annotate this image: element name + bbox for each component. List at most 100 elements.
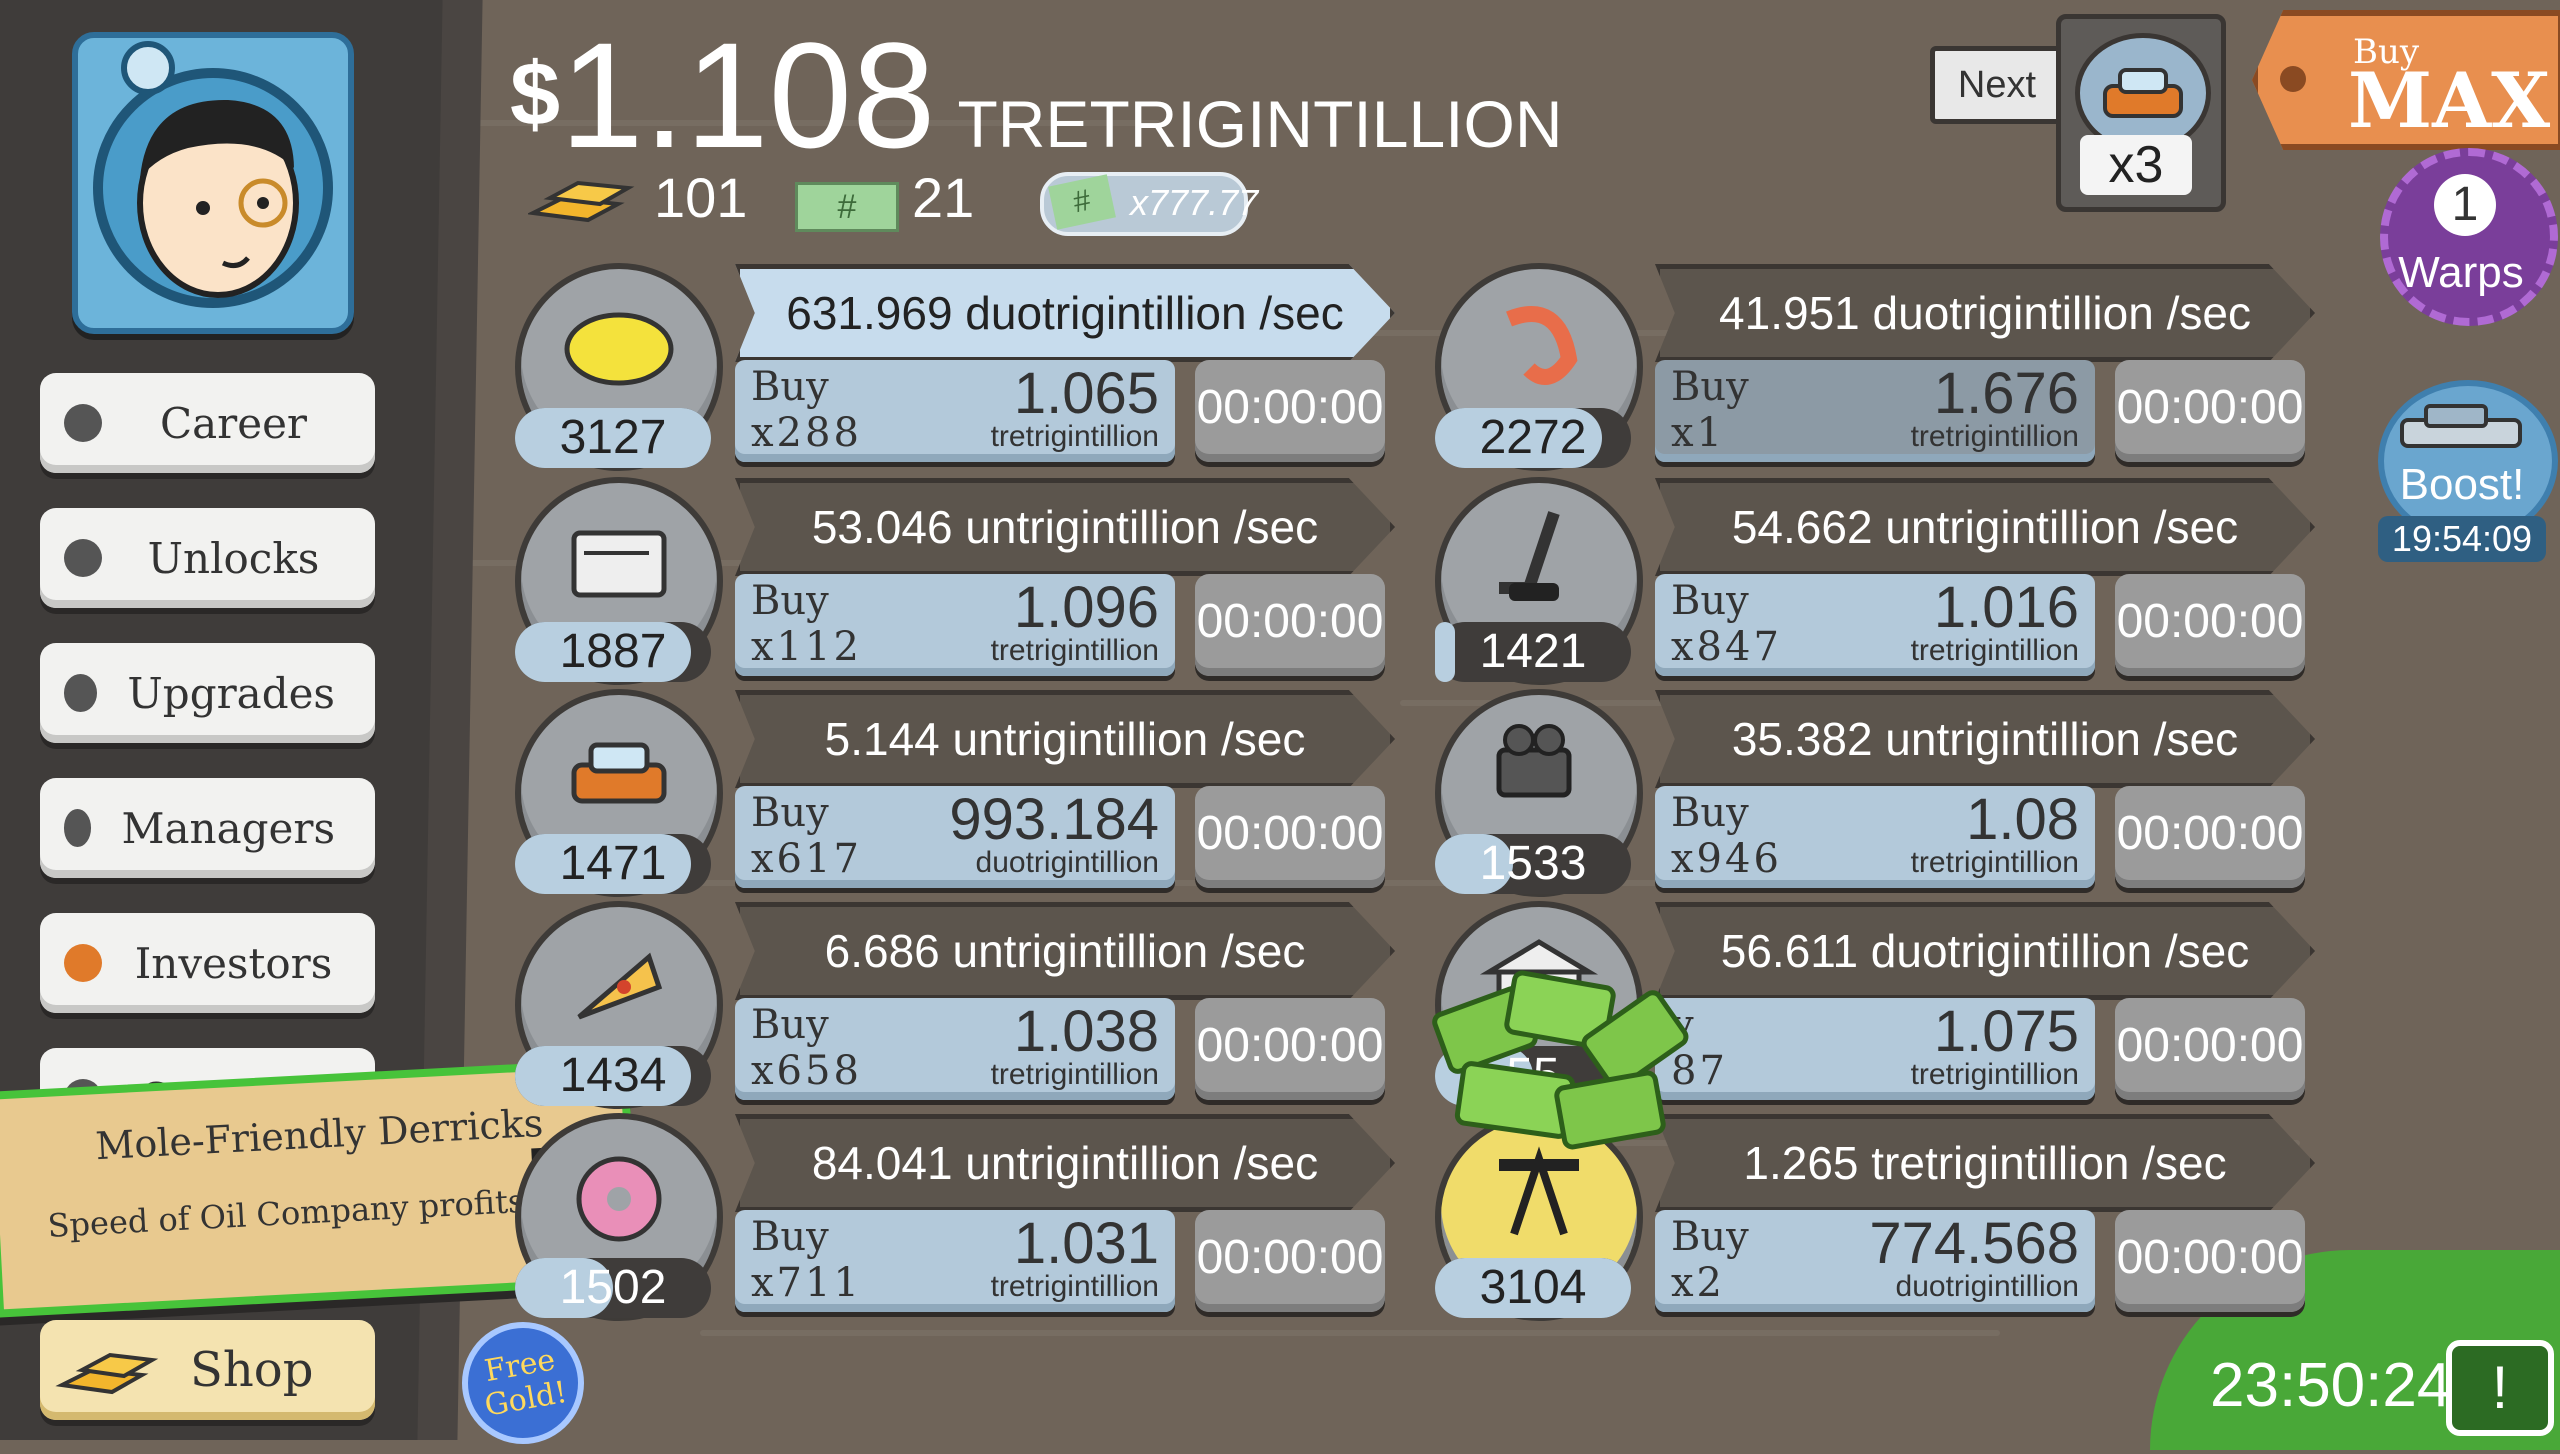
shrimp-icon	[1506, 306, 1578, 385]
owned-count-value: 1434	[559, 1049, 667, 1102]
money-unit: TRETRIGINTILLION	[957, 87, 1563, 161]
buy-button[interactable]: Buy x711 1.031 tretrigintillion	[735, 1210, 1175, 1312]
buy-button[interactable]: y871.075tretrigintillion	[1655, 998, 2095, 1100]
profit-rate-text: 6.686 untrigintillion /sec	[824, 925, 1306, 977]
owned-count-value: 1887	[559, 625, 667, 678]
buy-word: Buy	[751, 578, 829, 624]
next-unlock-button[interactable]: Next	[1930, 46, 2064, 124]
warps-button[interactable]: 1 Warps	[2380, 148, 2558, 326]
sidebar-item-investors[interactable]: Investors	[40, 913, 375, 1013]
production-timer: 00:00:00	[1195, 574, 1385, 676]
sidebar-item-career[interactable]: Career	[40, 373, 375, 473]
buy-price: 1.038	[1013, 999, 1159, 1064]
sidebar-item-label: Investors	[134, 938, 333, 988]
business-owned-count: 1533	[1435, 834, 1631, 894]
buy-quantity: x2	[1671, 1260, 1726, 1306]
shop-button[interactable]: Shop	[40, 1320, 375, 1420]
buy-price: 1.065	[1013, 361, 1159, 426]
buy-quantity: x658	[751, 1048, 862, 1094]
buy-price: 1.676	[1933, 361, 2079, 426]
alert-tv-icon[interactable]: !	[2446, 1340, 2554, 1436]
hockey-icon	[1499, 511, 1560, 601]
production-timer: 00:00:00	[2115, 360, 2305, 462]
mega-multiplier-pill[interactable]: # x777.77	[1040, 172, 1258, 236]
free-gold-button[interactable]: Free Gold!	[452, 1312, 594, 1454]
profit-rate-bar[interactable]: 631.969 duotrigintillion /sec	[735, 264, 1395, 362]
business-owned-count: 1887	[515, 622, 711, 682]
production-timer: 00:00:00	[2115, 1210, 2305, 1312]
sidebar-item-upgrades[interactable]: Upgrades	[40, 643, 375, 743]
profit-rate-text: 84.041 untrigintillion /sec	[811, 1137, 1319, 1189]
buy-price-unit: tretrigintillion	[990, 634, 1159, 667]
money-display: $1.108 TRETRIGINTILLION	[510, 20, 1563, 170]
banner-title: Mole-Friendly Derricks	[94, 1100, 545, 1169]
profit-rate-bar[interactable]: 35.382 untrigintillion /sec	[1655, 690, 2315, 788]
buy-word: Buy	[751, 1002, 829, 1048]
sidebar-item-label: Career	[159, 398, 308, 448]
business-owned-count: 1421	[1435, 622, 1631, 682]
buy-price: 1.075	[1933, 999, 2079, 1064]
warps-label: Warps	[2398, 248, 2524, 297]
profit-rate-text: 5.144 untrigintillion /sec	[824, 713, 1306, 765]
buy-quantity: x711	[751, 1260, 862, 1306]
buy-price-unit: tretrigintillion	[1910, 846, 2079, 879]
profit-rate-text: 54.662 untrigintillion /sec	[1731, 501, 2239, 553]
profit-rate-bar[interactable]: 54.662 untrigintillion /sec	[1655, 478, 2315, 576]
car-icon	[571, 742, 667, 804]
owned-count-value: 1502	[559, 1261, 667, 1314]
cash-burst-effect	[1420, 960, 1710, 1185]
lemon-icon	[564, 312, 674, 386]
pizza-icon	[577, 952, 663, 1020]
production-timer: 00:00:00	[1195, 786, 1385, 888]
buy-quantity: x112	[751, 624, 862, 670]
event-timer: 23:50:24	[2210, 1351, 2452, 1420]
profit-rate-text: 35.382 untrigintillion /sec	[1731, 713, 2239, 765]
profit-rate-bar[interactable]: 56.611 duotrigintillion /sec	[1655, 902, 2315, 1000]
buy-word: Buy	[751, 364, 829, 410]
profit-rate-text: 53.046 untrigintillion /sec	[811, 501, 1319, 553]
buy-price-unit: duotrigintillion	[975, 846, 1159, 879]
owned-count-value: 1471	[559, 837, 667, 890]
business-owned-count: 1434	[515, 1046, 711, 1106]
buy-button[interactable]: Buy x288 1.065 tretrigintillion	[735, 360, 1175, 462]
buy-button[interactable]: Buy x946 1.08 tretrigintillion	[1655, 786, 2095, 888]
currency-symbol: $	[510, 45, 561, 145]
avatar[interactable]	[72, 32, 354, 334]
profit-rate-bar[interactable]: 53.046 untrigintillion /sec	[735, 478, 1395, 576]
buy-multiplier-value: x3	[2080, 135, 2192, 195]
boost-button[interactable]: Boost! 19:54:09	[2378, 380, 2558, 562]
owned-count-value: 2272	[1479, 411, 1587, 464]
profit-rate-text: 631.969 duotrigintillion /sec	[786, 287, 1344, 339]
production-timer: 00:00:00	[1195, 1210, 1385, 1312]
mega-ticket-icon: #	[1048, 174, 1116, 230]
buy-button[interactable]: Buy x658 1.038 tretrigintillion	[735, 998, 1175, 1100]
profit-rate-bar[interactable]: 84.041 untrigintillion /sec	[735, 1114, 1395, 1212]
sidebar-item-managers[interactable]: Managers	[40, 778, 375, 878]
buy-max-button[interactable]: Buy MAX	[2252, 10, 2560, 150]
profit-rate-bar[interactable]: 1.265 tretrigintillion /sec	[1655, 1114, 2315, 1212]
status-dot	[64, 809, 92, 847]
banner-subtitle: Speed of Oil Company profits x2	[46, 1179, 574, 1245]
mega-tickets-count: 21	[912, 166, 975, 229]
time-machine-car-icon	[2400, 404, 2522, 448]
unlock-progress-fill	[1435, 622, 1455, 682]
mega-ticket-icon: #	[795, 182, 899, 232]
production-timer: 00:00:00	[1195, 998, 1385, 1100]
profit-rate-bar[interactable]: 41.951 duotrigintillion /sec	[1655, 264, 2315, 362]
buy-button[interactable]: Buy x847 1.016 tretrigintillion	[1655, 574, 2095, 676]
business-owned-count: 1471	[515, 834, 711, 894]
owned-count-value: 3104	[1479, 1261, 1587, 1314]
buy-button[interactable]: Buy x2 774.568 duotrigintillion	[1655, 1210, 2095, 1312]
sidebar-item-unlocks[interactable]: Unlocks	[40, 508, 375, 608]
buy-button[interactable]: Buy x1 1.676 tretrigintillion	[1655, 360, 2095, 462]
profit-rate-bar[interactable]: 5.144 untrigintillion /sec	[735, 690, 1395, 788]
buy-price: 1.016	[1933, 575, 2079, 640]
boost-label: Boost!	[2399, 460, 2525, 509]
buy-button[interactable]: Buy x112 1.096 tretrigintillion	[735, 574, 1175, 676]
money-value: 1.108	[560, 11, 936, 179]
buy-quantity: x617	[751, 836, 862, 882]
buy-button[interactable]: Buy x617 993.184 duotrigintillion	[735, 786, 1175, 888]
status-dot	[64, 944, 102, 982]
profit-rate-bar[interactable]: 6.686 untrigintillion /sec	[735, 902, 1395, 1000]
buy-price: 993.184	[949, 787, 1159, 852]
